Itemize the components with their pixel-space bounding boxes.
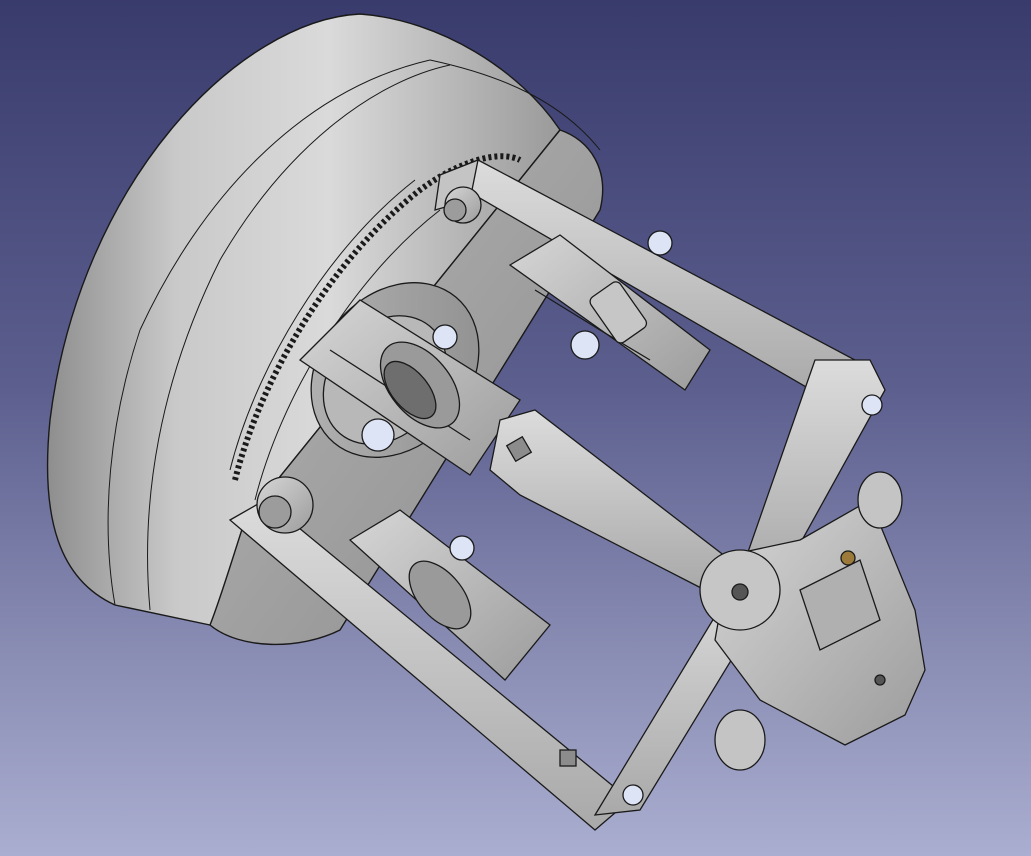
- lower-arm[interactable]: [228, 476, 632, 831]
- central-link[interactable]: [489, 409, 731, 591]
- cad-model[interactable]: [0, 0, 1031, 856]
- 3d-viewport[interactable]: [0, 0, 1031, 856]
